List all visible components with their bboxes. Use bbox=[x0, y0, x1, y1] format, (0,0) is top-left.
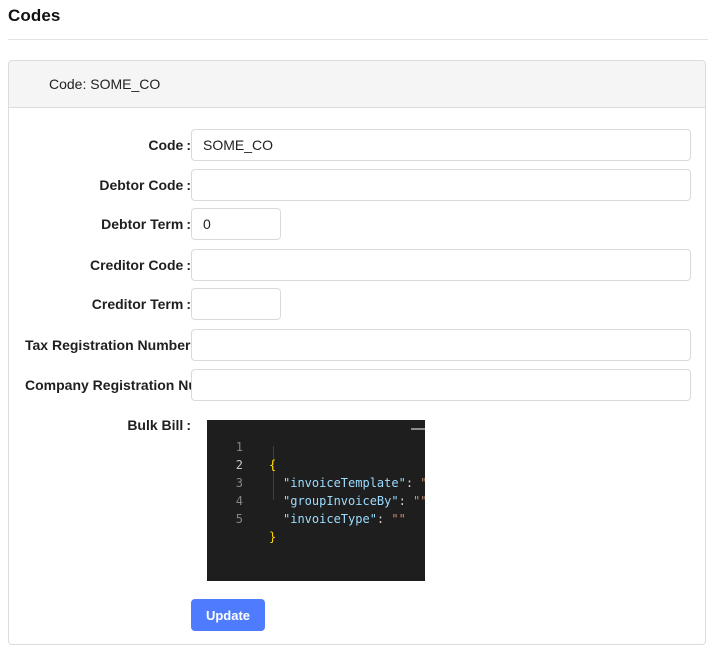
title-divider bbox=[8, 39, 708, 40]
row-code: Code: bbox=[9, 129, 707, 161]
row-debtor-term: Debtor Term: bbox=[9, 208, 707, 240]
json-key: "invoiceType" bbox=[283, 512, 377, 526]
bulk-bill-label: Bulk Bill: bbox=[127, 417, 191, 433]
debtor-code-input[interactable] bbox=[191, 169, 691, 201]
editor-line-2: 2 "invoiceTemplate": " bbox=[207, 438, 425, 490]
tax-registration-number-label: Tax Registration Number bbox=[25, 337, 191, 353]
debtor-term-input[interactable] bbox=[191, 208, 281, 240]
line-number: 5 bbox=[235, 512, 243, 526]
company-registration-number-label: Company Registration Nu bbox=[25, 377, 191, 393]
creditor-term-input[interactable] bbox=[191, 288, 281, 320]
close-brace: } bbox=[269, 530, 277, 544]
debtor-term-label: Debtor Term: bbox=[101, 216, 191, 232]
code-label: Code: bbox=[148, 137, 191, 153]
row-company-registration-number: Company Registration Nu bbox=[9, 369, 707, 401]
editor-line-1: 1 { bbox=[207, 420, 425, 472]
code-card: Code: SOME_CO Code: Debtor Code: Debtor … bbox=[8, 60, 706, 645]
debtor-code-label: Debtor Code: bbox=[99, 177, 191, 193]
bulk-bill-code-editor[interactable]: 1 { 2 "invoiceTemplate": " 3 "groupInvoi… bbox=[207, 420, 425, 581]
tax-registration-number-input[interactable] bbox=[191, 329, 691, 361]
editor-line-4: 4 "invoiceType": "" bbox=[207, 474, 425, 526]
code-input[interactable] bbox=[191, 129, 691, 161]
row-tax-registration-number: Tax Registration Number bbox=[9, 329, 707, 361]
editor-line-5: 5 } bbox=[207, 492, 425, 544]
creditor-code-label: Creditor Code: bbox=[89, 257, 191, 273]
card-header-label: Code: bbox=[49, 76, 87, 92]
creditor-term-label: Creditor Term: bbox=[91, 296, 191, 312]
editor-line-3: 3 "groupInvoiceBy": "" bbox=[207, 456, 425, 508]
row-creditor-code: Creditor Code: bbox=[9, 249, 707, 281]
row-creditor-term: Creditor Term: bbox=[9, 288, 707, 320]
creditor-code-input[interactable] bbox=[191, 249, 691, 281]
card-header: Code: SOME_CO bbox=[9, 61, 705, 108]
row-debtor-code: Debtor Code: bbox=[9, 169, 707, 201]
json-value: "" bbox=[391, 512, 406, 526]
company-registration-number-input[interactable] bbox=[191, 369, 691, 401]
page-title: Codes bbox=[8, 6, 61, 25]
card-header-value: SOME_CO bbox=[90, 76, 161, 92]
update-button[interactable]: Update bbox=[191, 599, 265, 631]
